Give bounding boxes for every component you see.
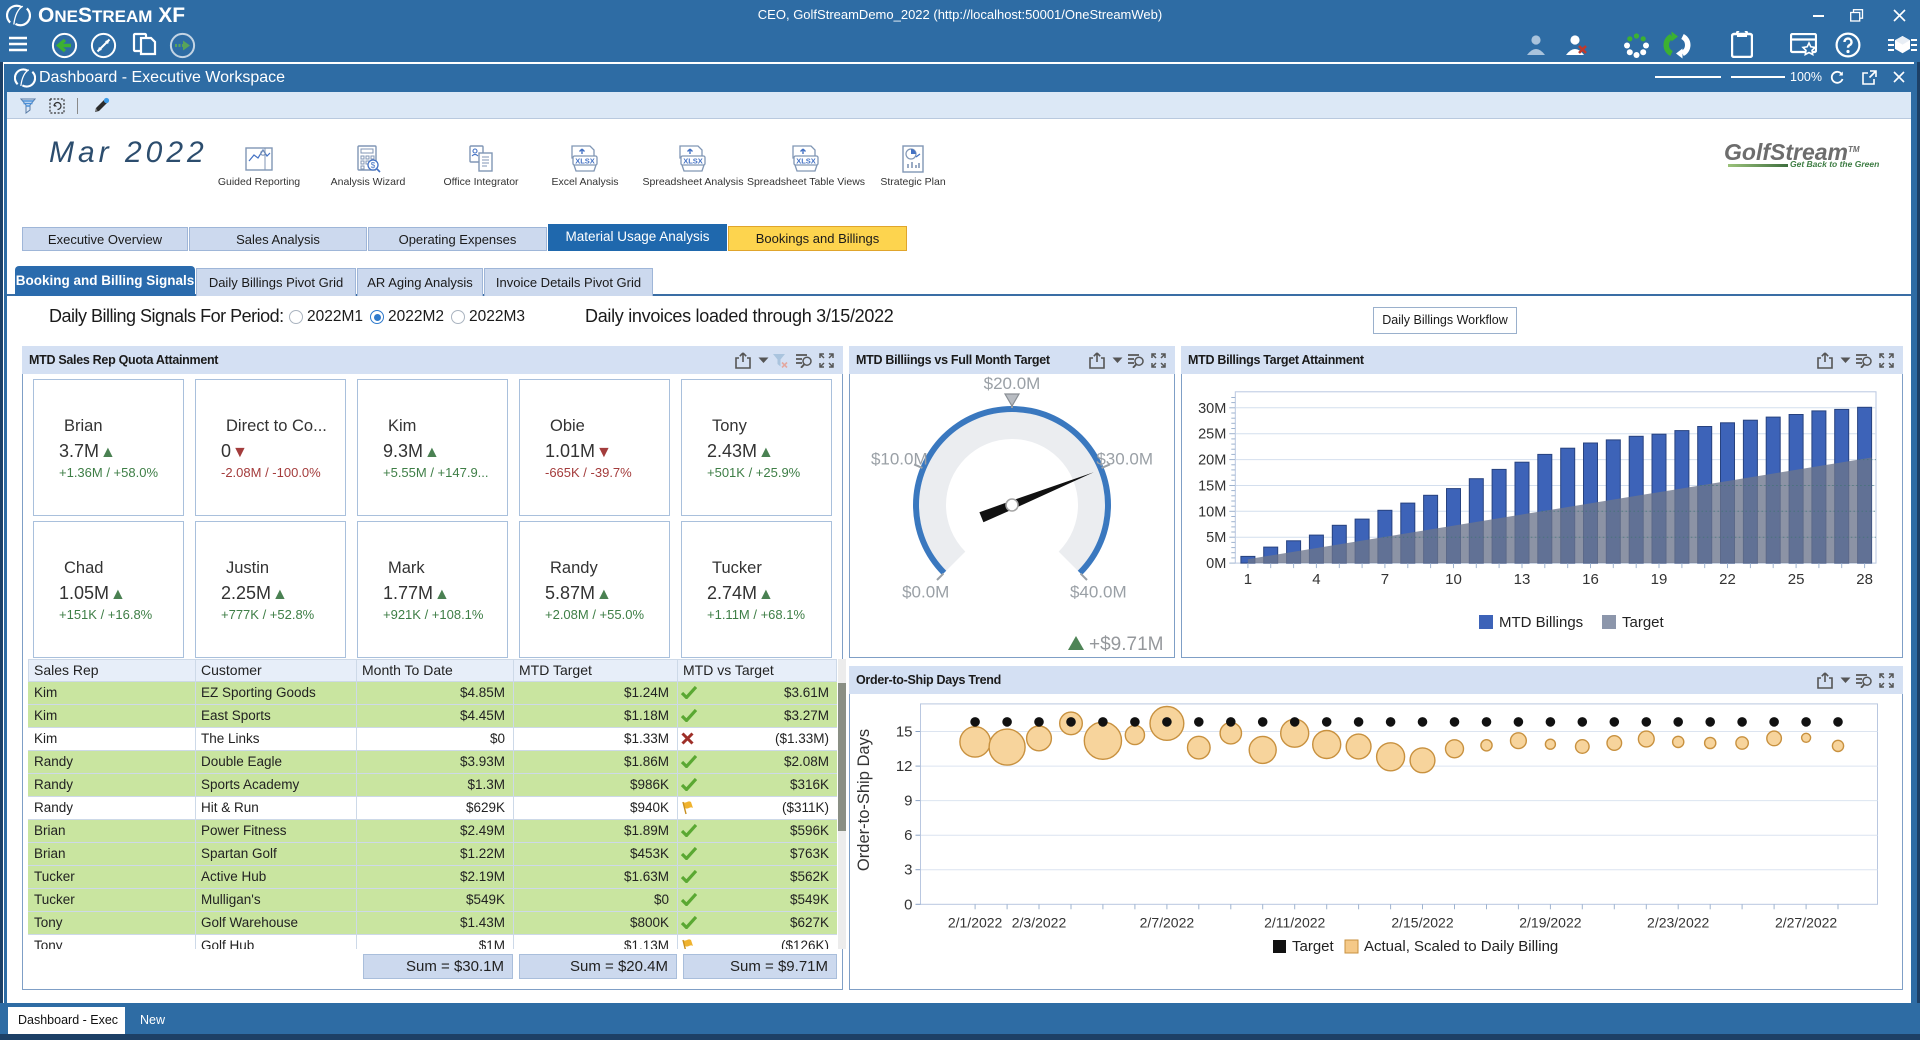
svg-text:2/27/2022: 2/27/2022 (1775, 914, 1837, 930)
svg-text:1: 1 (1244, 571, 1252, 588)
svg-text:12: 12 (896, 758, 913, 775)
svg-text:Order-to-Ship Days: Order-to-Ship Days (855, 729, 873, 871)
svg-text:10: 10 (1445, 571, 1462, 588)
svg-text:15: 15 (896, 724, 913, 741)
svg-text:$20.0M: $20.0M (984, 374, 1041, 393)
svg-text:9: 9 (904, 793, 912, 810)
svg-text:19: 19 (1651, 571, 1668, 588)
svg-text:$30.0M: $30.0M (1096, 449, 1153, 468)
svg-text:$0.0M: $0.0M (902, 582, 949, 601)
svg-text:2/1/2022: 2/1/2022 (948, 914, 1003, 930)
svg-text:25: 25 (1788, 571, 1805, 588)
svg-text:5M: 5M (1206, 530, 1226, 546)
svg-text:16: 16 (1582, 571, 1599, 588)
svg-text:Target: Target (1622, 614, 1665, 631)
svg-text:7: 7 (1381, 571, 1389, 588)
svg-text:$: $ (371, 161, 376, 170)
svg-text:0: 0 (904, 896, 912, 913)
svg-text:22: 22 (1719, 571, 1736, 588)
svg-text:2/11/2022: 2/11/2022 (1264, 914, 1325, 930)
svg-text:25M: 25M (1198, 427, 1226, 443)
svg-text:13: 13 (1514, 571, 1531, 588)
svg-text:3: 3 (904, 862, 912, 879)
svg-text:0M: 0M (1206, 556, 1226, 572)
svg-text:2/3/2022: 2/3/2022 (1012, 914, 1067, 930)
svg-text:28: 28 (1856, 571, 1873, 588)
svg-text:15M: 15M (1198, 479, 1226, 495)
svg-text:6: 6 (904, 827, 912, 844)
svg-text:2/23/2022: 2/23/2022 (1647, 914, 1709, 930)
svg-text:XLSX: XLSX (575, 157, 595, 166)
svg-text:+$9.71M: +$9.71M (1089, 634, 1163, 655)
svg-text:$10.0M: $10.0M (871, 449, 928, 468)
svg-text:2/15/2022: 2/15/2022 (1391, 914, 1453, 930)
svg-text:10M: 10M (1198, 504, 1226, 520)
svg-text:Target: Target (1292, 938, 1335, 955)
svg-text:4: 4 (1312, 571, 1320, 588)
svg-text:2/7/2022: 2/7/2022 (1140, 914, 1195, 930)
svg-text:XLSX: XLSX (683, 157, 703, 166)
svg-text:XLSX: XLSX (796, 157, 816, 166)
svg-text:MTD Billings: MTD Billings (1499, 614, 1583, 631)
svg-text:2/19/2022: 2/19/2022 (1519, 914, 1581, 930)
svg-text:$40.0M: $40.0M (1070, 582, 1127, 601)
svg-text:20M: 20M (1198, 453, 1226, 469)
svg-text:Actual, Scaled to Daily Billin: Actual, Scaled to Daily Billing (1364, 938, 1558, 955)
svg-text:30M: 30M (1198, 401, 1226, 417)
